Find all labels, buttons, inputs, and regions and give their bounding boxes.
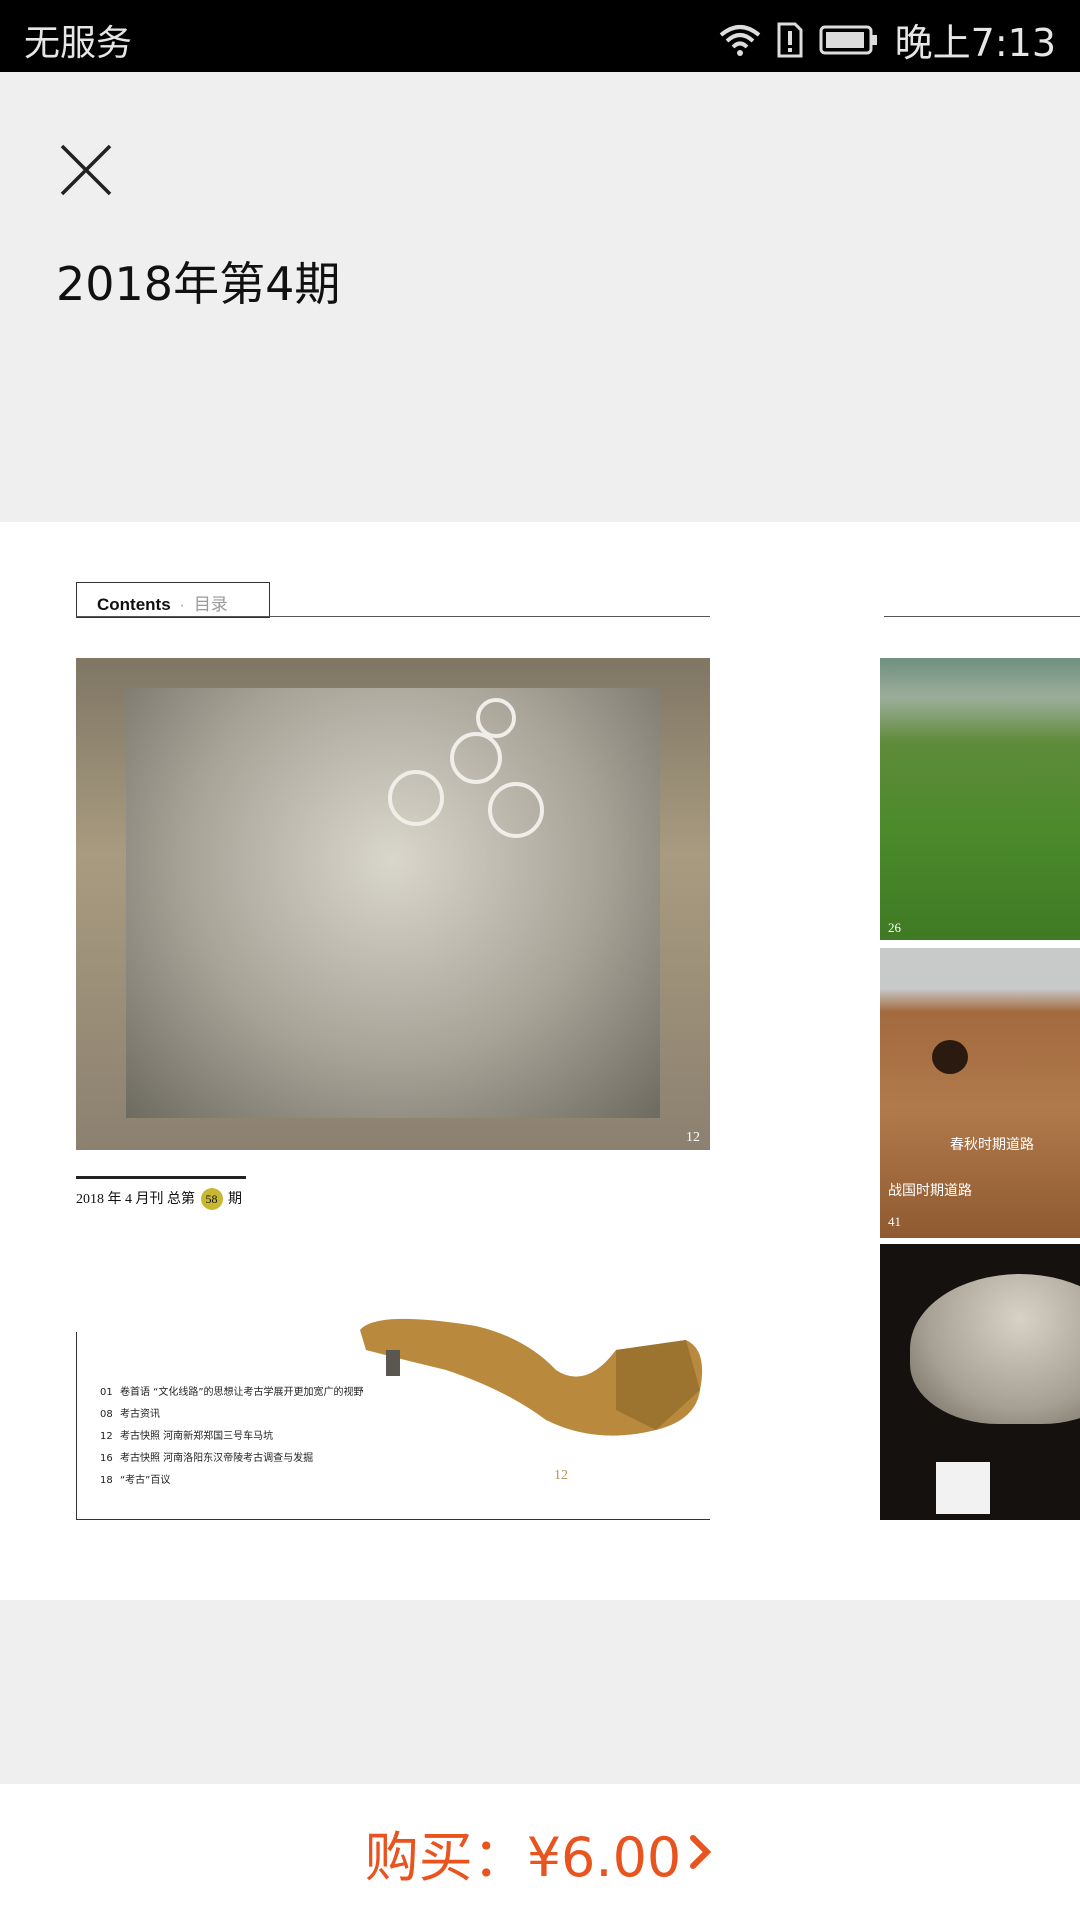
- photo-caption: 战国时期道路: [888, 1183, 972, 1199]
- close-icon: [60, 144, 112, 196]
- toc-item: 12 考古快照 河南新郑郑国三号车马坑: [100, 1431, 274, 1442]
- divider: [884, 616, 1080, 617]
- chevron-right-icon: [690, 1835, 712, 1869]
- buy-bar: 购买：¥6.00: [0, 1784, 1080, 1920]
- divider: [76, 1176, 246, 1179]
- page-number: 26: [888, 920, 901, 935]
- issue-date-prefix: 2018 年 4 月刊 总第: [76, 1192, 195, 1207]
- cave-hole: [932, 1040, 968, 1074]
- bronze-artifact-image: [360, 1318, 703, 1436]
- divider: [76, 616, 710, 617]
- page-number: 41: [888, 1214, 901, 1229]
- wifi-icon: [719, 23, 761, 57]
- toc-item: 08 考古资讯: [100, 1409, 160, 1420]
- battery-icon: [819, 25, 879, 55]
- issue-total-badge: 58: [200, 1188, 223, 1210]
- issue-date-line: 2018 年 4 月刊 总第 58 期: [76, 1188, 242, 1210]
- magazine-preview[interactable]: Contents · 目录 12 2018 年 4 月刊 总第 58 期 01 卷…: [0, 522, 1080, 1600]
- chariot-pit-photo: 12: [76, 658, 710, 1150]
- page-number: 12: [554, 1468, 568, 1483]
- stone-pedestal: [910, 1274, 1080, 1424]
- contents-label: Contents: [97, 595, 171, 614]
- issue-date-suffix: 期: [228, 1192, 242, 1207]
- road-section-photo: 春秋时期道路 战国时期道路 41: [880, 948, 1080, 1238]
- buy-button[interactable]: 购买：¥6.00: [0, 1784, 1080, 1920]
- toc-item: 01 卷首语 “文化线路”的思想让考古学展开更加宽广的视野: [100, 1387, 364, 1398]
- carrier-text: 无服务: [24, 23, 133, 64]
- photo-caption: 春秋时期道路: [950, 1137, 1034, 1153]
- clock-text: 晚上7:13: [894, 21, 1056, 65]
- chariot-wheels: [388, 698, 544, 838]
- issue-title: 2018年第4期: [56, 257, 341, 311]
- contents-label-zh: 目录: [193, 595, 228, 614]
- contents-separator: ·: [179, 595, 186, 614]
- sim-alert-icon: [777, 22, 803, 58]
- toc-item: 16 考古快照 河南洛阳东汉帝陵考古调查与发掘: [100, 1453, 314, 1464]
- page-number: 12: [686, 1130, 700, 1145]
- status-bar: 无服务 晚上7:13: [0, 0, 1080, 72]
- buy-label: 购买：¥6.00: [364, 1825, 682, 1889]
- exhibit-card: [936, 1462, 990, 1514]
- contents-header: Contents · 目录: [76, 582, 270, 618]
- stone-base-photo: [880, 1244, 1080, 1520]
- toc-item: 18 “考古”百议: [100, 1475, 171, 1486]
- status-icons: 晚上7:13: [719, 12, 1056, 67]
- close-button[interactable]: [56, 140, 116, 200]
- farmland-photo: 26: [880, 658, 1080, 940]
- toc-list: 01 卷首语 “文化线路”的思想让考古学展开更加宽广的视野 08 考古资讯 12 考古…: [100, 1382, 364, 1492]
